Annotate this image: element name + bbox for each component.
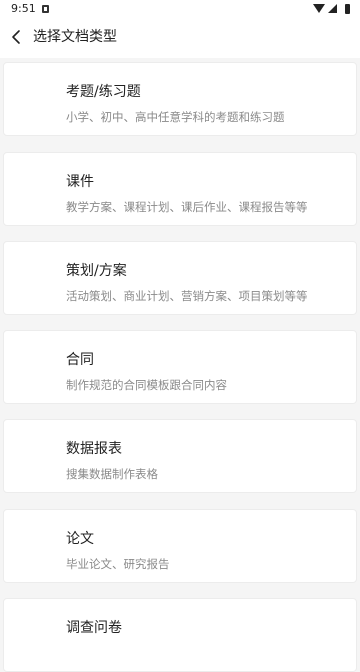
document-type-item-plan[interactable]: 策划/方案 活动策划、商业计划、营销方案、项目策划等等 xyxy=(3,241,357,315)
item-description: 搜集数据制作表格 xyxy=(66,467,158,481)
document-type-item-thesis[interactable]: 论文 毕业论文、研究报告 xyxy=(3,509,357,583)
item-title: 策划/方案 xyxy=(66,263,127,279)
item-description: 活动策划、商业计划、营销方案、项目策划等等 xyxy=(66,289,308,303)
item-title: 课件 xyxy=(66,174,94,190)
item-title: 数据报表 xyxy=(66,441,122,457)
signal-icon xyxy=(328,4,337,13)
item-description: 小学、初中、高中任意学科的考题和练习题 xyxy=(66,110,285,124)
page-title: 选择文档类型 xyxy=(33,29,117,45)
item-title: 考题/练习题 xyxy=(66,84,141,100)
item-title: 调查问卷 xyxy=(66,620,122,636)
document-type-item-data-report[interactable]: 数据报表 搜集数据制作表格 xyxy=(3,419,357,493)
battery-icon xyxy=(345,4,350,14)
status-bar: 9:51 xyxy=(0,0,360,18)
document-type-item-exam[interactable]: 考题/练习题 小学、初中、高中任意学科的考题和练习题 xyxy=(3,62,357,136)
header: 选择文档类型 xyxy=(0,18,360,58)
item-title: 论文 xyxy=(66,531,94,547)
document-type-item-courseware[interactable]: 课件 教学方案、课程计划、课后作业、课程报告等等 xyxy=(3,152,357,226)
document-type-item-survey[interactable]: 调查问卷 xyxy=(3,598,357,672)
item-description: 制作规范的合同模板跟合同内容 xyxy=(66,378,227,392)
back-arrow-icon[interactable] xyxy=(6,27,26,47)
status-time: 9:51 xyxy=(11,2,36,15)
item-description: 毕业论文、研究报告 xyxy=(66,557,170,571)
document-type-item-contract[interactable]: 合同 制作规范的合同模板跟合同内容 xyxy=(3,330,357,404)
item-description: 教学方案、课程计划、课后作业、课程报告等等 xyxy=(66,200,308,214)
wifi-icon xyxy=(313,4,325,13)
item-title: 合同 xyxy=(66,352,94,368)
notification-icon xyxy=(42,5,49,13)
